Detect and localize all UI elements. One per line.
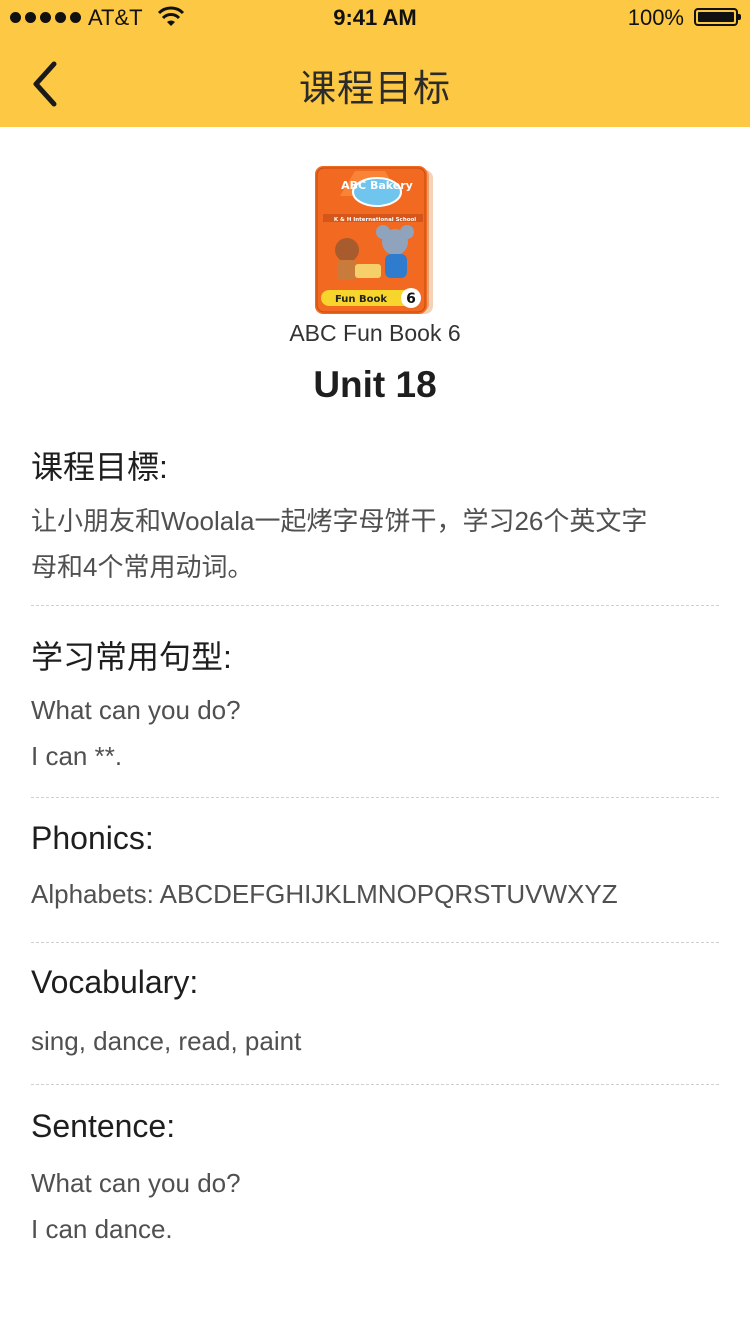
goal-line: 母和4个常用动词。 bbox=[31, 552, 254, 582]
book-cover-image: ABC Bakery K & H International School Fu… bbox=[315, 166, 433, 314]
cover-title: ABC Bakery bbox=[341, 179, 413, 192]
sentence-line: What can you do? bbox=[31, 1168, 241, 1198]
sentence-line: I can dance. bbox=[31, 1214, 173, 1244]
phonics-title: Phonics: bbox=[31, 820, 154, 856]
cover-school: K & H International School bbox=[334, 217, 416, 223]
vocabulary-line: sing, dance, read, paint bbox=[31, 1026, 302, 1056]
sentence-title: Sentence: bbox=[31, 1108, 176, 1144]
pattern-line: I can **. bbox=[31, 741, 123, 771]
goal-title: 课程目標: bbox=[31, 449, 168, 485]
sentence-body: What can you do? I can dance. bbox=[31, 1160, 721, 1252]
patterns-title: 学习常用句型: bbox=[31, 639, 232, 675]
unit-title: Unit 18 bbox=[313, 364, 437, 405]
divider bbox=[31, 1084, 719, 1085]
goal-body: 让小朋友和Woolala一起烤字母饼干，学习26个英文字 母和4个常用动词。 bbox=[31, 498, 721, 590]
battery-icon bbox=[694, 8, 741, 26]
goal-line: 让小朋友和Woolala一起烤字母饼干，学习26个英文字 bbox=[31, 506, 648, 536]
phonics-body: Alphabets: ABCDEFGHIJKLMNOPQRSTUVWXYZ bbox=[31, 871, 721, 917]
cover-number: 6 bbox=[406, 291, 416, 307]
patterns-body: What can you do? I can **. bbox=[31, 687, 721, 779]
battery-percentage: 100% bbox=[627, 5, 684, 30]
cover-label: Fun Book bbox=[335, 294, 387, 305]
phonics-line: Alphabets: ABCDEFGHIJKLMNOPQRSTUVWXYZ bbox=[31, 879, 618, 909]
pattern-line: What can you do? bbox=[31, 695, 241, 725]
course-goal-page: AT&T 9:41 AM 100% 课程目标 ABC Bakery K & H … bbox=[0, 0, 750, 1334]
book-name: ABC Fun Book 6 bbox=[289, 320, 461, 346]
divider bbox=[31, 942, 719, 943]
vocabulary-title: Vocabulary: bbox=[31, 964, 199, 1000]
divider bbox=[31, 605, 719, 606]
vocabulary-body: sing, dance, read, paint bbox=[31, 1018, 721, 1064]
divider bbox=[31, 797, 719, 798]
status-bar: AT&T 9:41 AM 100% bbox=[0, 0, 750, 36]
page-title: 课程目标 bbox=[299, 68, 451, 109]
header-bar: AT&T 9:41 AM 100% 课程目标 bbox=[0, 0, 750, 127]
